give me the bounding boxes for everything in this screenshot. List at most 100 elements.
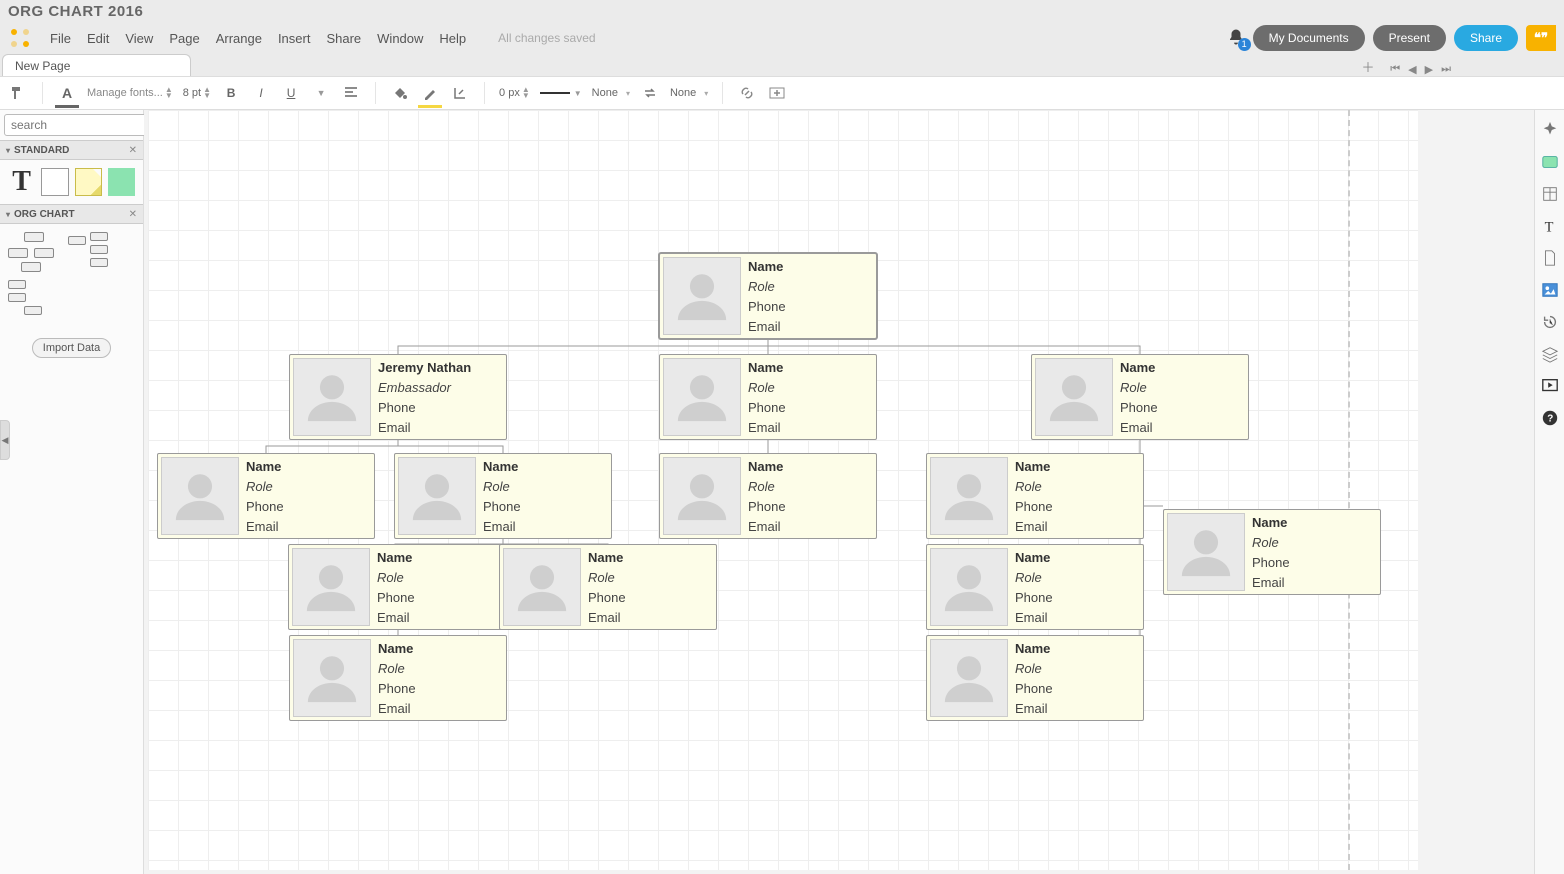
menu-insert[interactable]: Insert: [278, 31, 311, 46]
card-role[interactable]: Role: [1015, 479, 1139, 494]
card-email[interactable]: Email: [588, 610, 712, 625]
card-name[interactable]: Name: [1120, 360, 1244, 375]
bold-button[interactable]: B: [221, 81, 241, 105]
card-name[interactable]: Name: [748, 360, 872, 375]
page-nav-next-icon[interactable]: ▶: [1422, 63, 1436, 76]
org-card[interactable]: Name Role Phone Email: [926, 635, 1144, 721]
card-name[interactable]: Name: [588, 550, 712, 565]
arrow-end-select[interactable]: None: [670, 81, 708, 105]
line-style-select[interactable]: ▼: [540, 81, 582, 105]
card-email[interactable]: Email: [1252, 575, 1376, 590]
card-phone[interactable]: Phone: [1015, 590, 1139, 605]
org-card[interactable]: Name Role Phone Email: [659, 253, 877, 339]
layers-icon[interactable]: [1540, 344, 1560, 364]
menu-help[interactable]: Help: [439, 31, 466, 46]
text-panel-icon[interactable]: T: [1540, 216, 1560, 236]
card-phone[interactable]: Phone: [1120, 400, 1244, 415]
card-email[interactable]: Email: [748, 319, 872, 334]
link-button[interactable]: [737, 81, 757, 105]
card-role[interactable]: Embassador: [378, 380, 502, 395]
org-card[interactable]: Name Role Phone Email: [1163, 509, 1381, 595]
help-icon[interactable]: ?: [1540, 408, 1560, 428]
card-role[interactable]: Role: [377, 570, 501, 585]
menu-file[interactable]: File: [50, 31, 71, 46]
card-phone[interactable]: Phone: [748, 400, 872, 415]
card-name[interactable]: Name: [1015, 459, 1139, 474]
card-name[interactable]: Name: [378, 641, 502, 656]
sparkle-icon[interactable]: [1540, 120, 1560, 140]
card-email[interactable]: Email: [483, 519, 607, 534]
card-email[interactable]: Email: [1015, 610, 1139, 625]
notifications-icon[interactable]: 1: [1227, 28, 1245, 49]
add-field-button[interactable]: [767, 81, 787, 105]
history-icon[interactable]: [1540, 312, 1560, 332]
document-title[interactable]: ORG CHART 2016: [8, 3, 143, 20]
org-card[interactable]: Name Role Phone Email: [926, 544, 1144, 630]
card-role[interactable]: Role: [1252, 535, 1376, 550]
card-role[interactable]: Role: [748, 380, 872, 395]
card-role[interactable]: Role: [1120, 380, 1244, 395]
app-logo-icon[interactable]: [8, 26, 32, 50]
canvas[interactable]: Name Role Phone Email Jeremy Nathan Emba…: [144, 110, 1534, 874]
menu-page[interactable]: Page: [169, 31, 199, 46]
org-card[interactable]: Name Role Phone Email: [1031, 354, 1249, 440]
underline-button[interactable]: U: [281, 81, 301, 105]
line-width-stepper[interactable]: 0 px ▲▼: [499, 81, 530, 105]
page-tab[interactable]: New Page: [2, 54, 191, 76]
card-role[interactable]: Role: [1015, 661, 1139, 676]
card-phone[interactable]: Phone: [748, 299, 872, 314]
orgchart-template-1[interactable]: [8, 232, 60, 272]
org-card[interactable]: Name Role Phone Email: [659, 354, 877, 440]
import-data-button[interactable]: Import Data: [32, 338, 111, 358]
card-phone[interactable]: Phone: [378, 400, 502, 415]
org-card[interactable]: Name Role Phone Email: [394, 453, 612, 539]
border-color-button[interactable]: [420, 81, 440, 105]
menu-edit[interactable]: Edit: [87, 31, 109, 46]
card-role[interactable]: Role: [483, 479, 607, 494]
shape-hotspot[interactable]: [108, 168, 135, 196]
card-name[interactable]: Name: [748, 459, 872, 474]
card-email[interactable]: Email: [1015, 519, 1139, 534]
card-name[interactable]: Name: [1252, 515, 1376, 530]
org-card[interactable]: Name Role Phone Email: [289, 635, 507, 721]
card-email[interactable]: Email: [1120, 420, 1244, 435]
feedback-icon[interactable]: ❝❞: [1526, 25, 1556, 51]
text-options-dropdown[interactable]: ▼: [311, 81, 331, 105]
org-card[interactable]: Name Role Phone Email: [499, 544, 717, 630]
org-card[interactable]: Name Role Phone Email: [288, 544, 506, 630]
add-page-button[interactable]: ＋: [1358, 56, 1378, 76]
panel-standard-header[interactable]: STANDARD ✕: [0, 140, 143, 160]
card-phone[interactable]: Phone: [377, 590, 501, 605]
orgchart-template-3[interactable]: [8, 280, 60, 320]
swap-arrows-button[interactable]: [640, 81, 660, 105]
page-nav-first-icon[interactable]: ⏮: [1387, 63, 1403, 76]
page-nav-last-icon[interactable]: ⏭: [1438, 63, 1454, 76]
menu-window[interactable]: Window: [377, 31, 423, 46]
card-email[interactable]: Email: [246, 519, 370, 534]
italic-button[interactable]: I: [251, 81, 271, 105]
card-phone[interactable]: Phone: [1252, 555, 1376, 570]
close-panel-icon[interactable]: ✕: [129, 145, 137, 156]
card-name[interactable]: Name: [1015, 550, 1139, 565]
org-card[interactable]: Jeremy Nathan Embassador Phone Email: [289, 354, 507, 440]
card-phone[interactable]: Phone: [378, 681, 502, 696]
collapse-sidebar-icon[interactable]: ◀: [0, 420, 10, 460]
page-nav-prev-icon[interactable]: ◀: [1405, 63, 1419, 76]
text-color-button[interactable]: A: [57, 81, 77, 105]
panel-orgchart-header[interactable]: ORG CHART ✕: [0, 204, 143, 224]
card-name[interactable]: Name: [246, 459, 370, 474]
card-email[interactable]: Email: [378, 701, 502, 716]
close-panel-icon[interactable]: ✕: [129, 209, 137, 220]
card-role[interactable]: Role: [246, 479, 370, 494]
card-phone[interactable]: Phone: [588, 590, 712, 605]
org-card[interactable]: Name Role Phone Email: [157, 453, 375, 539]
shape-text[interactable]: T: [8, 168, 35, 196]
card-role[interactable]: Role: [748, 479, 872, 494]
card-email[interactable]: Email: [1015, 701, 1139, 716]
card-name[interactable]: Name: [483, 459, 607, 474]
card-email[interactable]: Email: [748, 420, 872, 435]
my-documents-button[interactable]: My Documents: [1253, 25, 1365, 51]
image-panel-icon[interactable]: [1540, 280, 1560, 300]
card-email[interactable]: Email: [378, 420, 502, 435]
card-phone[interactable]: Phone: [246, 499, 370, 514]
